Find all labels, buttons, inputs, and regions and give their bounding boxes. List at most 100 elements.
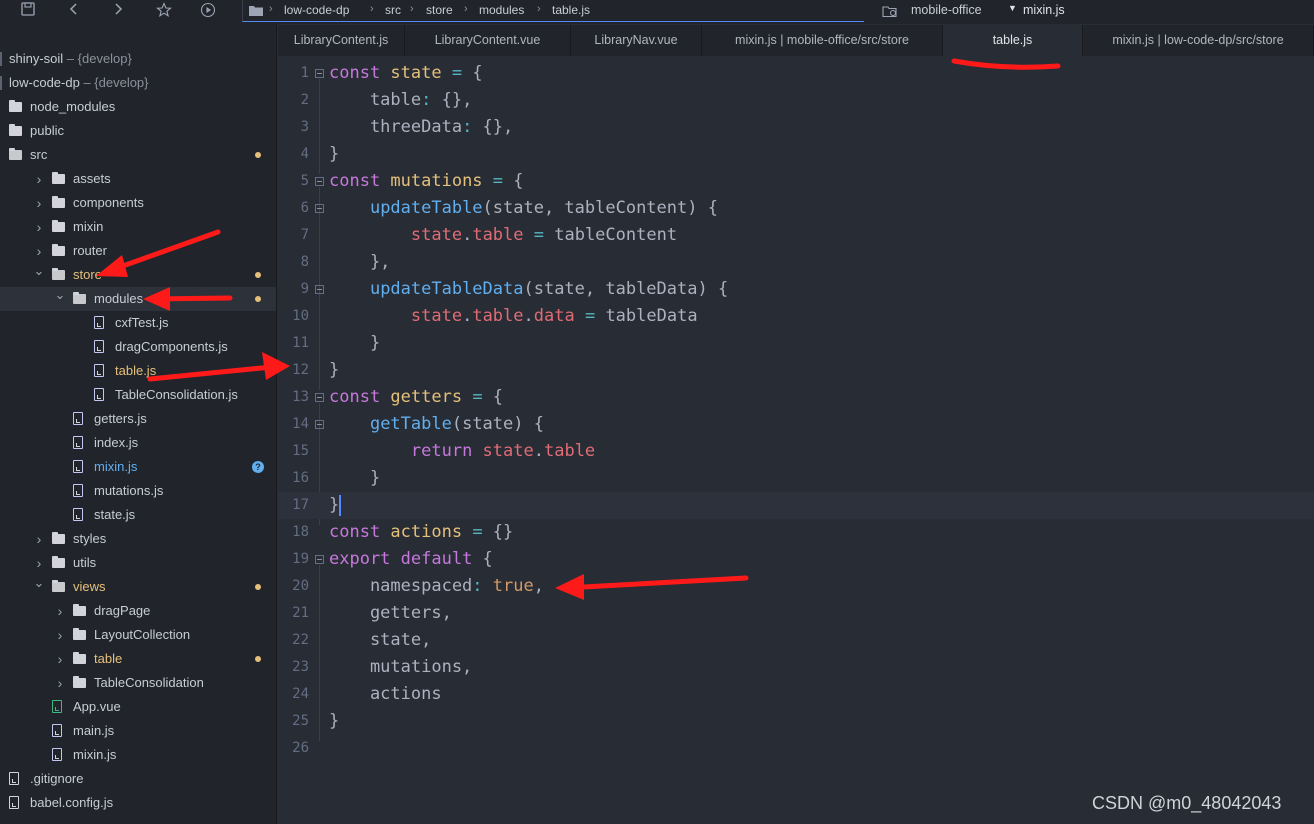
tab-mixin-low-code-dp[interactable]: mixin.js | low-code-dp/src/store xyxy=(1083,25,1314,56)
project-name[interactable]: mobile-office xyxy=(911,3,982,17)
fold-toggle-icon[interactable] xyxy=(315,393,324,402)
fold-toggle-icon[interactable] xyxy=(315,204,324,213)
breadcrumb-item[interactable]: modules xyxy=(479,3,524,17)
tree-item[interactable]: index.js xyxy=(0,431,276,455)
tree-item[interactable]: node_modules xyxy=(0,95,276,119)
tree-item[interactable]: › styles xyxy=(0,527,276,551)
code-line[interactable]: 21 getters, xyxy=(278,600,1314,627)
tree-item[interactable]: App.vue xyxy=(0,695,276,719)
code-line[interactable]: 19 export default { xyxy=(278,546,1314,573)
tree-item[interactable]: getters.js xyxy=(0,407,276,431)
code-line[interactable]: 9 updateTableData(state, tableData) { xyxy=(278,276,1314,303)
code-line[interactable]: 15 return state.table xyxy=(278,438,1314,465)
tree-item[interactable]: ⌄ modules xyxy=(0,287,276,311)
tree-item[interactable]: src xyxy=(0,143,276,167)
chevron-right-icon[interactable]: › xyxy=(54,647,66,671)
fold-toggle-icon[interactable] xyxy=(315,177,324,186)
code-line[interactable]: 16 } xyxy=(278,465,1314,492)
chevron-right-icon[interactable]: › xyxy=(33,215,45,239)
folder-open-icon xyxy=(9,148,22,160)
code-line[interactable]: 3 threeData: {}, xyxy=(278,114,1314,141)
tree-item[interactable]: › mixin xyxy=(0,215,276,239)
save-icon[interactable] xyxy=(18,2,38,20)
chevron-right-icon[interactable]: › xyxy=(54,623,66,647)
back-icon[interactable] xyxy=(64,2,84,20)
tree-item[interactable]: table.js xyxy=(0,359,276,383)
breadcrumb-item[interactable]: store xyxy=(426,3,453,17)
tree-item[interactable]: state.js xyxy=(0,503,276,527)
tree-item[interactable]: ⌄ views xyxy=(0,575,276,599)
folder-icon xyxy=(9,124,22,136)
run-icon[interactable] xyxy=(198,2,218,20)
tab-mixin-mobile-office[interactable]: mixin.js | mobile-office/src/store xyxy=(702,25,943,56)
chevron-right-icon[interactable]: › xyxy=(54,599,66,623)
fold-toggle-icon[interactable] xyxy=(315,555,324,564)
code-line[interactable]: 7 state.table = tableContent xyxy=(278,222,1314,249)
tree-item[interactable]: ⌄ store xyxy=(0,263,276,287)
tab-librarycontent-js[interactable]: LibraryContent.js xyxy=(278,25,405,56)
tree-item[interactable]: › dragPage xyxy=(0,599,276,623)
tree-item[interactable]: › LayoutCollection xyxy=(0,623,276,647)
tree-item[interactable]: › assets xyxy=(0,167,276,191)
forward-icon[interactable] xyxy=(108,2,128,20)
tree-item[interactable]: mixin.js? xyxy=(0,455,276,479)
tree-item[interactable]: low-code-dp – {develop} xyxy=(0,71,276,95)
tree-item[interactable]: › table xyxy=(0,647,276,671)
bookmark-star-icon[interactable] xyxy=(154,2,174,20)
chevron-down-icon[interactable]: ⌄ xyxy=(33,571,45,595)
chevron-down-icon[interactable]: ⌄ xyxy=(33,259,45,283)
tree-item[interactable]: › components xyxy=(0,191,276,215)
code-line[interactable]: 14 getTable(state) { xyxy=(278,411,1314,438)
fold-toggle-icon[interactable] xyxy=(315,69,324,78)
code-line[interactable]: 17} xyxy=(278,492,1314,519)
project-file[interactable]: mixin.js xyxy=(1023,3,1065,17)
chevron-right-icon[interactable]: › xyxy=(33,191,45,215)
tab-table-js[interactable]: table.js xyxy=(943,25,1083,56)
tree-item[interactable]: mutations.js xyxy=(0,479,276,503)
tree-item[interactable]: public xyxy=(0,119,276,143)
tab-librarycontent-vue[interactable]: LibraryContent.vue xyxy=(405,25,571,56)
code-editor[interactable]: 1 const state = {2 table: {}, 3 threeData:… xyxy=(278,57,1314,824)
breadcrumb-item[interactable]: src xyxy=(385,3,401,17)
code-line[interactable]: 13 const getters = { xyxy=(278,384,1314,411)
tree-item-name: dragComponents.js xyxy=(115,339,228,354)
code-line[interactable]: 26 xyxy=(278,735,1314,762)
breadcrumb-item[interactable]: low-code-dp xyxy=(284,3,349,17)
code-line[interactable]: 2 table: {}, xyxy=(278,87,1314,114)
code-line[interactable]: 23 mutations, xyxy=(278,654,1314,681)
code-line[interactable]: 10 state.table.data = tableData xyxy=(278,303,1314,330)
tree-item[interactable]: shiny-soil – {develop} xyxy=(0,47,276,71)
tree-item[interactable]: mixin.js xyxy=(0,743,276,767)
code-line[interactable]: 8 }, xyxy=(278,249,1314,276)
code-line[interactable]: 25} xyxy=(278,708,1314,735)
code-line[interactable]: 24 actions xyxy=(278,681,1314,708)
code-line[interactable]: 5 const mutations = { xyxy=(278,168,1314,195)
code-line[interactable]: 12} xyxy=(278,357,1314,384)
caret-down-icon[interactable]: ▼ xyxy=(1008,3,1017,13)
code-line[interactable]: 11 } xyxy=(278,330,1314,357)
folder-icon xyxy=(52,244,65,256)
chevron-right-icon[interactable]: › xyxy=(33,527,45,551)
code-line[interactable]: 22 state, xyxy=(278,627,1314,654)
tree-item[interactable]: main.js xyxy=(0,719,276,743)
tree-item[interactable]: cxfTest.js xyxy=(0,311,276,335)
chevron-right-icon[interactable]: › xyxy=(33,167,45,191)
breadcrumb-item[interactable]: table.js xyxy=(552,3,590,17)
chevron-right-icon[interactable]: › xyxy=(54,671,66,695)
project-switcher[interactable]: mobile-office ▼ mixin.js xyxy=(878,0,1314,22)
code-line[interactable]: 1 const state = { xyxy=(278,60,1314,87)
tab-librarynav-vue[interactable]: LibraryNav.vue xyxy=(571,25,702,56)
fold-toggle-icon[interactable] xyxy=(315,420,324,429)
code-line[interactable]: 20 namespaced: true, xyxy=(278,573,1314,600)
fold-toggle-icon[interactable] xyxy=(315,285,324,294)
code-line[interactable]: 6 updateTable(state, tableContent) { xyxy=(278,195,1314,222)
tree-item[interactable]: dragComponents.js xyxy=(0,335,276,359)
tree-item[interactable]: › TableConsolidation xyxy=(0,671,276,695)
code-line[interactable]: 4} xyxy=(278,141,1314,168)
tree-item[interactable]: TableConsolidation.js xyxy=(0,383,276,407)
tree-item[interactable]: .gitignore xyxy=(0,767,276,791)
tree-item[interactable]: babel.config.js xyxy=(0,791,276,815)
chevron-down-icon[interactable]: ⌄ xyxy=(54,283,66,307)
code-line[interactable]: 18 const actions = {} xyxy=(278,519,1314,546)
